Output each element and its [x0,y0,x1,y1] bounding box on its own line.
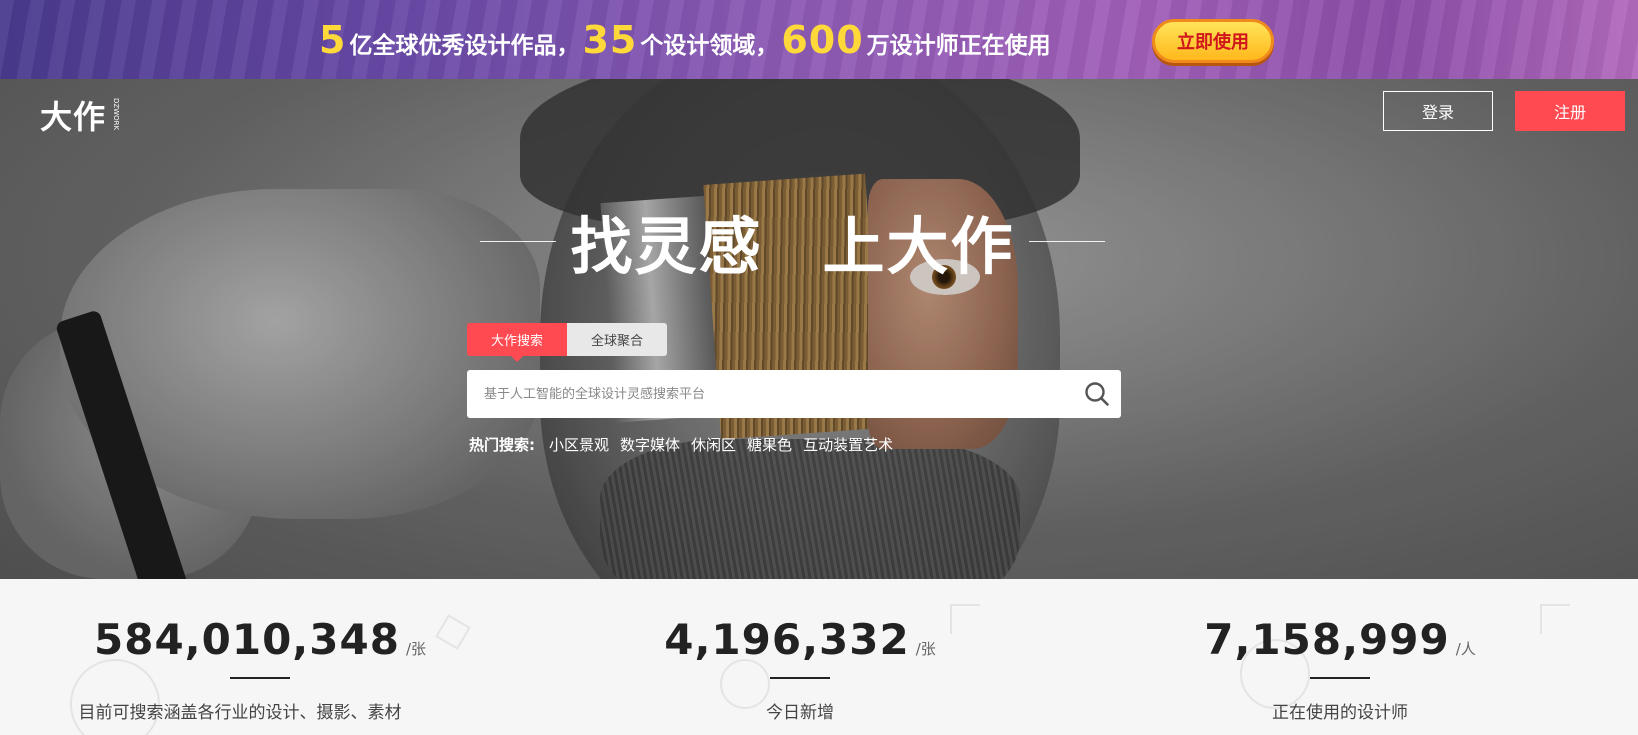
search-bar [467,370,1121,418]
promo-number: 5 [319,18,347,62]
stat-users: 7,158,999 /人 正在使用的设计师 [1080,579,1600,735]
stat-value: 4,196,332 [664,615,910,664]
promo-number: 600 [781,18,864,62]
stat-total: 584,010,348 /张 目前可搜索涵盖各行业的设计、摄影、素材 [0,579,520,735]
hot-search-link[interactable]: 小区景观 [549,434,609,455]
hero-overlay [0,79,1638,579]
register-button[interactable]: 注册 [1515,91,1625,131]
promo-segment: 万设计师正在使用 [866,33,1051,59]
hot-searches-label: 热门搜索: [469,436,535,454]
stat-underline [770,677,830,679]
slogan-divider-right [1028,240,1105,242]
login-button[interactable]: 登录 [1383,91,1493,131]
stat-unit: /张 [405,640,426,658]
hot-search-link[interactable]: 数字媒体 [620,434,680,455]
promo-cta-button[interactable]: 立即使用 [1152,19,1274,63]
page: 5 亿全球优秀设计作品， 35 个设计领域， 600 万设计师正在使用 立即使用… [0,0,1638,735]
stats-section: 584,010,348 /张 目前可搜索涵盖各行业的设计、摄影、素材 4,196… [0,579,1638,735]
promo-text: 5 亿全球优秀设计作品， 35 个设计领域， 600 万设计师正在使用 [316,18,1051,62]
promo-segment: 个设计领域， [640,33,779,59]
stat-value: 7,158,999 [1204,615,1450,664]
hot-search-link[interactable]: 休闲区 [691,434,736,455]
search-input[interactable] [467,370,1073,418]
hero [0,79,1638,579]
logo-text: 大作 [40,98,107,136]
promo-segment: 亿全球优秀设计作品， [349,33,580,59]
search-tabs: 大作搜索 全球聚合 [467,323,667,362]
promo-banner[interactable]: 5 亿全球优秀设计作品， 35 个设计领域， 600 万设计师正在使用 立即使用 [0,0,1638,79]
stat-underline [230,677,290,679]
stat-label: 正在使用的设计师 [1272,703,1408,723]
tab-global-aggregate[interactable]: 全球聚合 [567,323,667,356]
stat-unit: /人 [1455,640,1476,658]
stat-label: 目前可搜索涵盖各行业的设计、摄影、素材 [78,703,402,723]
logo-badge: DZWORK [112,98,121,131]
stat-underline [1310,677,1370,679]
stat-unit: /张 [915,640,936,658]
slogan-left: 找灵感 [570,210,763,283]
stat-value: 584,010,348 [94,615,400,664]
stat-today: 4,196,332 /张 今日新增 [540,579,1060,735]
logo[interactable]: 大作 DZWORK [40,92,120,138]
promo-number: 35 [582,18,638,62]
hero-slogan: 找灵感 上大作 [480,205,1105,283]
slogan-text: 找灵感 上大作 [570,196,1014,286]
hot-search-link[interactable]: 互动装置艺术 [803,434,893,455]
search-icon[interactable] [1073,370,1121,418]
hot-search-link[interactable]: 糖果色 [747,434,792,455]
slogan-divider-left [480,240,557,242]
slogan-right: 上大作 [822,210,1015,283]
tab-dazuo-search[interactable]: 大作搜索 [467,323,567,362]
stat-label: 今日新增 [766,703,834,723]
hot-searches: 热门搜索: 小区景观 数字媒体 休闲区 糖果色 互动装置艺术 [469,434,904,455]
